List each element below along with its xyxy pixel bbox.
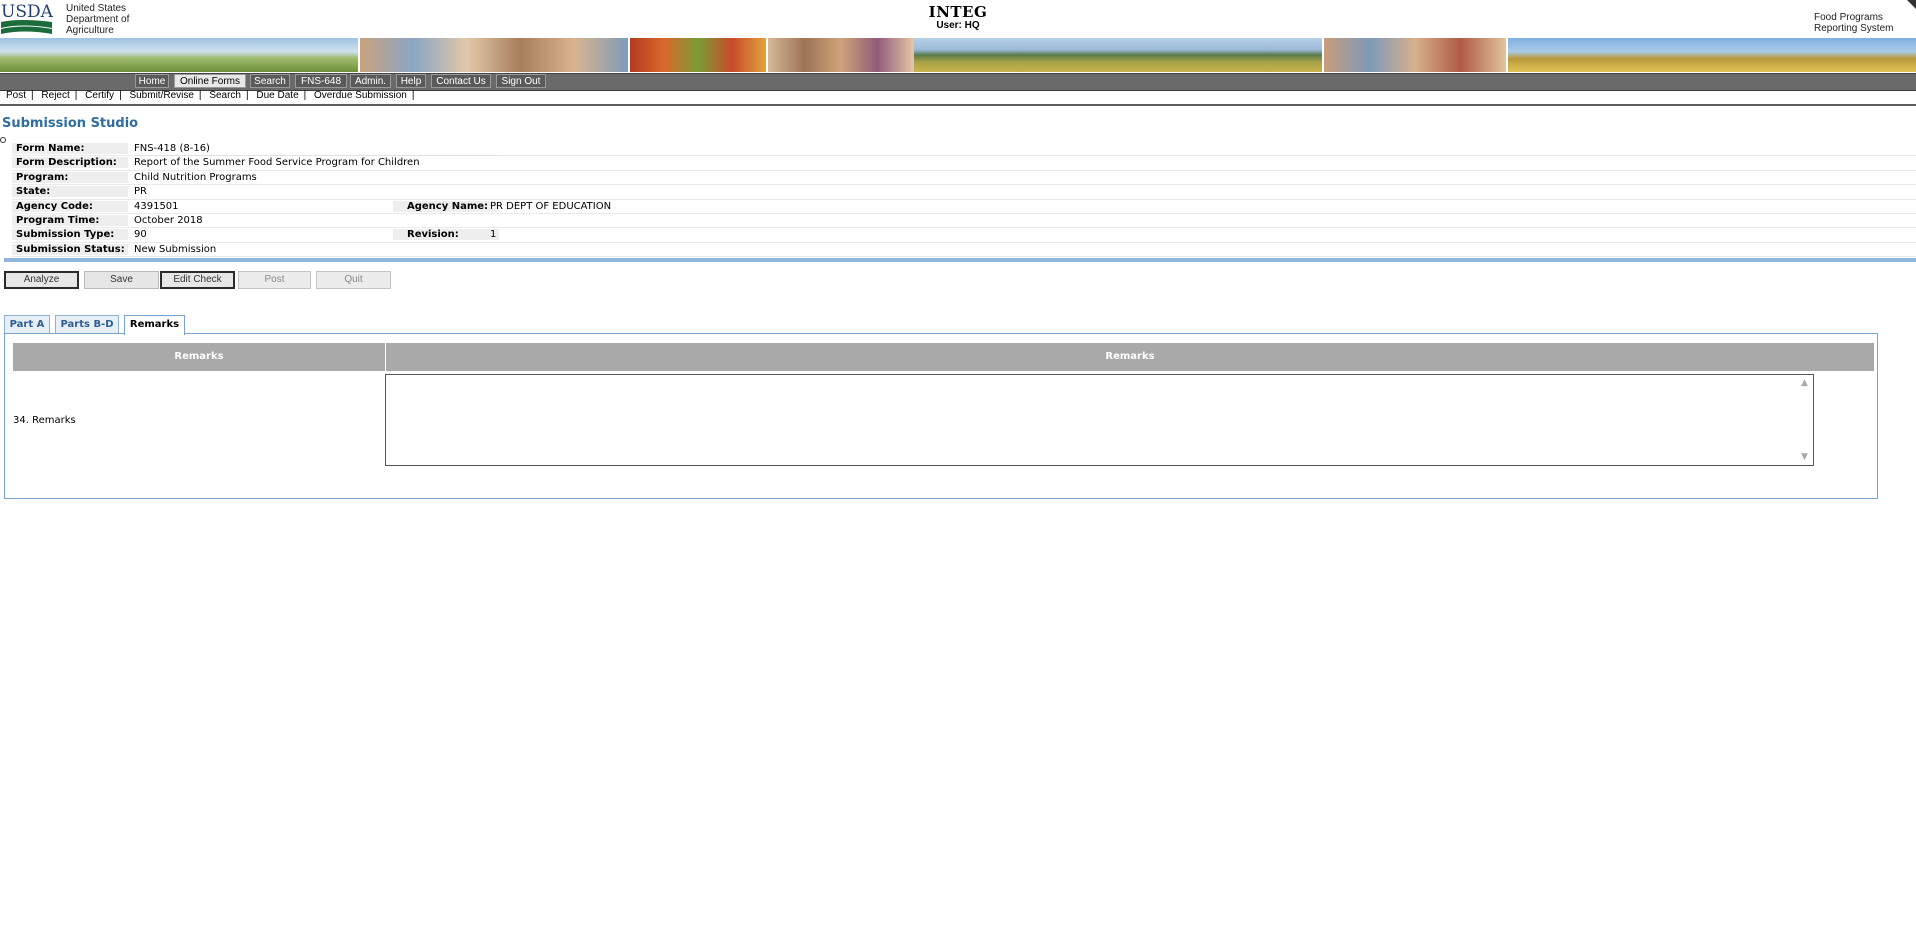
info-row-agency: Agency Code: 4391501 Agency Name: PR DEP…: [12, 200, 1916, 214]
tab-parts-b-d[interactable]: Parts B-D: [55, 315, 119, 334]
main-nav: Home Online Forms Search FNS-648 Admin. …: [0, 73, 1916, 91]
scroll-up-icon[interactable]: ▲: [1801, 378, 1808, 388]
nav-divider: [0, 104, 1916, 106]
subnav-post[interactable]: Post: [6, 90, 26, 101]
corner-fold-icon: [1907, 0, 1916, 9]
nav-admin[interactable]: Admin.: [350, 74, 391, 88]
info-row-state: State: PR: [12, 185, 1916, 200]
nav-online-forms[interactable]: Online Forms: [174, 74, 246, 88]
agency-code-label: Agency Code:: [12, 200, 128, 212]
remarks-row-label: 34. Remarks: [13, 415, 76, 426]
program-value: Child Nutrition Programs: [134, 171, 257, 183]
field-hills-photo: [914, 38, 1322, 72]
farm-landscape-photo: [0, 38, 358, 72]
program-time-label: Program Time:: [12, 214, 128, 226]
remarks-textarea[interactable]: [385, 374, 1814, 466]
sub-nav: Post | Reject | Certify | Submit/Revise | Se…: [6, 90, 415, 101]
submission-type-value: 90: [134, 229, 147, 241]
photo-banner: [0, 38, 1916, 72]
save-button[interactable]: Save: [84, 271, 159, 289]
submission-type-label: Submission Type:: [12, 229, 128, 241]
page-title: Submission Studio: [2, 116, 139, 131]
info-row-program-time: Program Time: October 2018: [12, 214, 1916, 229]
submission-status-value: New Submission: [134, 243, 217, 255]
remarks-column-header: Remarks: [13, 343, 385, 371]
tab-part-a[interactable]: Part A: [4, 315, 50, 334]
form-name-label: Form Name:: [12, 143, 128, 154]
tab-remarks[interactable]: Remarks: [124, 315, 185, 335]
subnav-reject[interactable]: Reject: [41, 90, 69, 101]
current-user: User: HQ: [936, 20, 980, 31]
mother-child-photo: [768, 38, 914, 72]
info-row-form-name: Form Name: FNS-418 (8-16): [12, 142, 1916, 157]
submission-info: Form Name: FNS-418 (8-16) Form Descripti…: [12, 142, 1916, 258]
post-button[interactable]: Post: [238, 271, 311, 289]
program-time-value: October 2018: [134, 214, 203, 226]
system-name: Food Programs Reporting System: [1814, 12, 1894, 34]
remarks-value-column-header: Remarks: [386, 343, 1874, 371]
nav-help[interactable]: Help: [396, 74, 426, 88]
subnav-submit-revise[interactable]: Submit/Revise: [129, 90, 193, 101]
info-row-submission-type: Submission Type: 90 Revision: 1: [12, 228, 1916, 243]
edit-check-button[interactable]: Edit Check: [160, 271, 235, 289]
subnav-search[interactable]: Search: [209, 90, 241, 101]
info-row-form-description: Form Description: Report of the Summer F…: [12, 156, 1916, 171]
children-eating-photo: [1324, 38, 1506, 72]
info-row-program: Program: Child Nutrition Programs: [12, 171, 1916, 186]
nav-fns-648[interactable]: FNS-648: [295, 74, 347, 88]
revision-value: 1: [490, 229, 497, 241]
form-description-label: Form Description:: [12, 157, 128, 169]
state-value: PR: [134, 186, 147, 198]
environment-name: INTEG: [928, 3, 988, 21]
subnav-certify[interactable]: Certify: [85, 90, 114, 101]
revision-label: Revision:: [393, 229, 499, 241]
nav-contact-us[interactable]: Contact Us: [431, 74, 491, 88]
quit-button[interactable]: Quit: [316, 271, 391, 289]
program-label: Program:: [12, 171, 128, 183]
agency-code-value: 4391501: [134, 200, 179, 212]
form-description-value: Report of the Summer Food Service Progra…: [134, 157, 420, 169]
agency-name-value: PR DEPT OF EDUCATION: [490, 200, 612, 212]
submission-status-label: Submission Status:: [12, 243, 128, 255]
section-divider: [4, 258, 1916, 262]
analyze-button[interactable]: Analyze: [4, 271, 79, 289]
nav-sign-out[interactable]: Sign Out: [496, 74, 546, 88]
subnav-due-date[interactable]: Due Date: [256, 90, 298, 101]
wheat-field-photo: [1508, 38, 1916, 72]
produce-photo: [630, 38, 766, 72]
info-row-submission-status: Submission Status: New Submission: [12, 243, 1916, 258]
state-label: State:: [12, 186, 128, 198]
scroll-down-icon[interactable]: ▼: [1801, 452, 1808, 462]
form-name-value: FNS-418 (8-16): [134, 143, 210, 154]
nav-search[interactable]: Search: [250, 74, 290, 88]
site-header: USDA United States Department of Agricul…: [0, 0, 1916, 38]
remarks-panel: Remarks Remarks 34. Remarks ▲ ▼: [4, 333, 1878, 499]
mouse-cursor-icon: [0, 137, 6, 143]
agency-name-label: Agency Name:: [393, 200, 499, 212]
family-meal-photo: [360, 38, 628, 72]
subnav-overdue-submission[interactable]: Overdue Submission: [314, 90, 407, 101]
nav-home[interactable]: Home: [135, 74, 169, 88]
